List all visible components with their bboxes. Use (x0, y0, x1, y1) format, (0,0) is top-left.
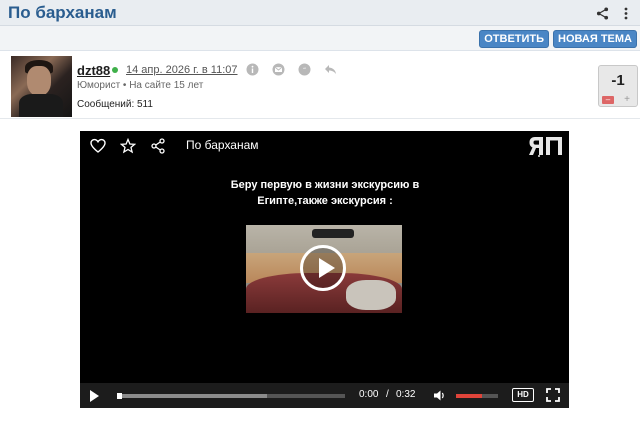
time-separator: / (386, 389, 389, 400)
mail-icon[interactable] (271, 62, 286, 77)
chat-icon[interactable]: “ (297, 62, 312, 77)
volume-icon[interactable] (433, 389, 446, 402)
username-link[interactable]: dzt88 (77, 63, 110, 78)
play-icon[interactable] (90, 390, 99, 402)
message-count: Сообщений: 511 (77, 99, 153, 110)
quality-button[interactable]: HD (512, 388, 534, 402)
user-rank: Юморист • На сайте 15 лет (77, 80, 204, 91)
reply-icon[interactable] (323, 62, 338, 77)
buffered-fill (117, 394, 268, 398)
video-caption: Беру первую в жизни экскурсию в Египте,т… (230, 179, 420, 207)
video-share-icon[interactable] (150, 138, 166, 154)
avatar[interactable] (11, 56, 72, 117)
heart-icon[interactable] (90, 138, 106, 154)
online-status-dot (112, 67, 118, 73)
post-rating: -1 – + (598, 65, 638, 107)
reply-button[interactable]: ОТВЕТИТЬ (479, 30, 550, 48)
video-top-bar: По барханам (80, 131, 569, 161)
volume-level (456, 394, 483, 398)
yaplakal-logo (529, 137, 562, 157)
video-title: По барханам (186, 138, 259, 152)
topic-title: По барханам (8, 3, 117, 22)
rate-up-button[interactable]: + (621, 95, 633, 105)
post-header: dzt88 14 апр. 2026 г. в 11:07 “ Юморист … (0, 51, 640, 119)
new-topic-button[interactable]: НОВАЯ ТЕМА (553, 30, 637, 48)
post-action-icons: “ (245, 62, 338, 77)
more-icon[interactable] (618, 4, 634, 22)
info-icon[interactable] (245, 62, 260, 77)
play-overlay-button[interactable] (300, 245, 346, 291)
svg-text:“: “ (303, 67, 306, 74)
topic-actions: ОТВЕТИТЬ НОВАЯ ТЕМА (479, 30, 637, 48)
time-current: 0:00 (359, 389, 379, 400)
video-player[interactable]: По барханам Беру первую в жизни экскурси… (80, 131, 569, 408)
star-icon[interactable] (120, 138, 136, 154)
seek-handle[interactable] (117, 393, 122, 399)
video-controls: 0:00 / 0:32 HD (80, 383, 569, 408)
rating-value: -1 (611, 72, 625, 89)
time-total: 0:32 (396, 389, 416, 400)
header-icons (594, 4, 634, 22)
post-date-link[interactable]: 14 апр. 2026 г. в 11:07 (126, 64, 238, 76)
fullscreen-icon[interactable] (546, 388, 560, 402)
share-icon[interactable] (594, 4, 610, 22)
volume-slider[interactable] (456, 394, 498, 398)
topic-header: По барханам (0, 0, 640, 26)
rate-down-button[interactable]: – (602, 96, 614, 104)
seek-bar[interactable] (117, 393, 345, 399)
post: dzt88 14 апр. 2026 г. в 11:07 “ Юморист … (0, 50, 640, 424)
